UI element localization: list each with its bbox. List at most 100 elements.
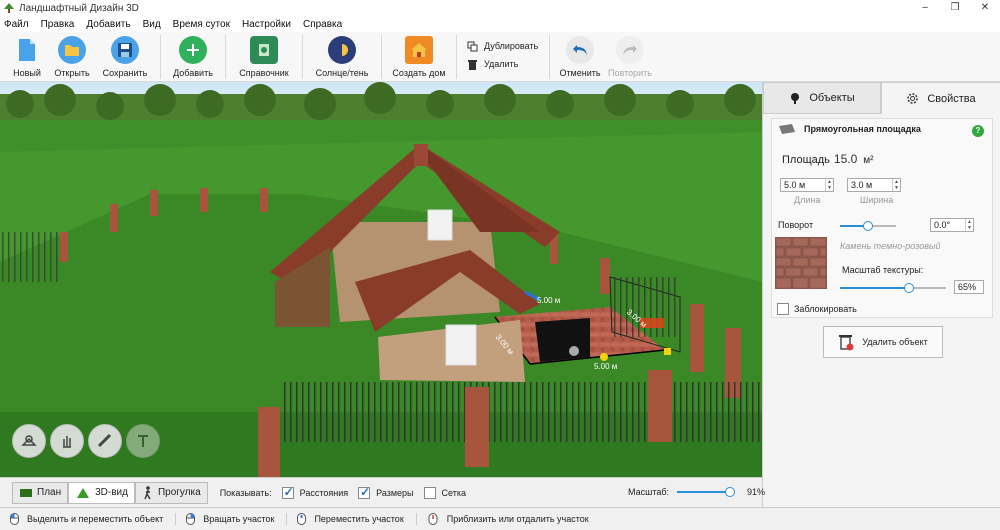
new-button[interactable]: Новый <box>6 32 48 82</box>
zoom-slider[interactable] <box>677 487 736 497</box>
title-bar: Ландшафтный Дизайн 3D – ❐ ✕ <box>0 0 1000 16</box>
menu-help[interactable]: Справка <box>303 19 342 30</box>
text-tool-button[interactable] <box>126 424 160 458</box>
duplicate-button[interactable]: Дублировать <box>467 37 543 55</box>
new-label: Новый <box>13 68 41 78</box>
view-bar: План 3D-вид Прогулка Показывать: Расстоя… <box>0 477 766 507</box>
close-button[interactable]: ✕ <box>970 0 1000 16</box>
menu-daytime[interactable]: Время суток <box>173 19 230 30</box>
area-unit: м² <box>863 155 874 166</box>
create-house-button[interactable]: Создать дом <box>388 32 450 82</box>
menu-add[interactable]: Добавить <box>86 19 130 30</box>
panel-tabs: Объекты Свойства <box>763 82 1000 114</box>
width-caption: Ширина <box>860 195 894 205</box>
status-divider <box>286 513 288 525</box>
texture-scale-slider[interactable] <box>840 283 946 293</box>
status-divider <box>175 513 177 525</box>
catalog-book-icon <box>250 36 278 64</box>
view-3d-button[interactable]: 3D-вид <box>68 481 135 504</box>
zoom-thumb[interactable] <box>725 487 736 497</box>
status-rotate-label: Вращать участок <box>203 514 275 524</box>
sun-shadow-button[interactable]: Солнце/тень <box>309 32 375 82</box>
status-divider <box>415 513 417 525</box>
texture-scale-thumb[interactable] <box>904 283 914 293</box>
help-icon[interactable]: ? <box>972 125 984 137</box>
delete-object-button[interactable]: Удалить объект <box>823 326 943 358</box>
show-label: Показывать: <box>219 487 272 498</box>
status-zoom-label: Приблизить или отдалить участок <box>446 514 589 524</box>
status-rotate: Вращать участок <box>186 513 274 525</box>
toolbar: Новый Открыть Сохранить Добавить Справоч… <box>0 32 1000 82</box>
view-walk-button[interactable]: Прогулка <box>134 481 208 504</box>
view-walk-label: Прогулка <box>157 487 201 498</box>
menu-view[interactable]: Вид <box>143 19 161 30</box>
window-title: Ландшафтный Дизайн 3D <box>19 2 139 14</box>
rotation-label: Поворот <box>778 220 814 230</box>
zoom-label: Масштаб: <box>628 487 670 497</box>
catalog-button[interactable]: Справочник <box>232 32 296 82</box>
undo-button[interactable]: Отменить <box>556 32 604 82</box>
add-label: Добавить <box>173 68 213 78</box>
mouse-right-icon <box>186 513 196 525</box>
hand-tool-button[interactable] <box>50 424 84 458</box>
mouse-left-icon <box>10 513 19 525</box>
open-button[interactable]: Открыть <box>48 32 96 82</box>
width-input[interactable]: 3.0 м ▲ ▼ <box>847 178 901 192</box>
length-input[interactable]: 5.0 м ▲ ▼ <box>780 178 834 192</box>
area-value: 15.0 <box>833 152 858 166</box>
area-row: Площадь 15.0 м² <box>782 152 873 166</box>
sun-shadow-icon <box>328 36 356 64</box>
plant-tool-button[interactable] <box>12 424 46 458</box>
view-plan-button[interactable]: План <box>12 481 69 504</box>
delete-button[interactable]: Удалить <box>467 55 543 73</box>
texture-scale-input[interactable]: 65% <box>954 280 984 294</box>
menu-settings[interactable]: Настройки <box>242 19 291 30</box>
sun-shadow-label: Солнце/тень <box>315 68 369 78</box>
tab-properties-label: Свойства <box>927 92 976 105</box>
redo-icon <box>616 36 644 64</box>
gear-icon <box>907 93 919 104</box>
save-button[interactable]: Сохранить <box>96 32 154 82</box>
dimension-bottom-label: 5.00 м <box>594 362 618 371</box>
rotation-slider[interactable] <box>840 221 896 231</box>
zoom-value: 91% <box>747 487 766 497</box>
rotation-spin-arrows[interactable]: ▲ ▼ <box>965 219 973 231</box>
lock-checkbox[interactable] <box>777 303 789 315</box>
view-plan-label: План <box>37 487 62 498</box>
open-folder-icon <box>58 36 86 64</box>
menu-file[interactable]: Файл <box>4 19 29 30</box>
texture-swatch[interactable] <box>775 237 827 289</box>
add-plus-icon <box>179 36 207 64</box>
mouse-middle-icon <box>297 513 307 525</box>
trash-icon <box>468 59 477 70</box>
3d-viewport[interactable]: 5.00 м 3.00 м 5.00 м 3.00 м <box>0 82 762 477</box>
tab-properties[interactable]: Свойства <box>881 82 1000 114</box>
distances-checkbox[interactable] <box>281 485 294 499</box>
tab-objects-label: Объекты <box>809 92 855 104</box>
redo-button[interactable]: Повторить <box>604 32 656 82</box>
duplicate-label: Дублировать <box>484 41 539 51</box>
sizes-checkbox[interactable] <box>358 485 370 499</box>
garden-scene <box>0 82 762 477</box>
object-name: Прямоугольная площадка <box>804 124 921 134</box>
walk-icon <box>144 485 151 499</box>
maximize-button[interactable]: ❐ <box>940 0 970 16</box>
length-spin-arrows[interactable]: ▲ ▼ <box>825 179 833 191</box>
save-label: Сохранить <box>102 68 148 78</box>
status-select-move: Выделить и переместить объект <box>10 513 163 525</box>
add-button[interactable]: Добавить <box>167 32 219 82</box>
rotation-input[interactable]: 0.0° ▲ ▼ <box>930 218 974 232</box>
grid-checkbox[interactable] <box>423 486 436 499</box>
open-label: Открыть <box>54 68 90 78</box>
tab-objects[interactable]: Объекты <box>763 82 881 114</box>
ruler-tool-button[interactable] <box>88 424 122 458</box>
lock-row[interactable]: Заблокировать <box>777 303 857 315</box>
rotation-thumb[interactable] <box>863 221 873 231</box>
hand-icon <box>63 436 71 448</box>
menu-edit[interactable]: Правка <box>41 19 75 30</box>
width-spin-arrows[interactable]: ▲ ▼ <box>892 179 900 191</box>
minimize-button[interactable]: – <box>910 0 940 16</box>
plant-icon <box>21 435 37 446</box>
redo-label: Повторить <box>608 68 652 78</box>
mouse-scroll-icon <box>428 513 438 525</box>
